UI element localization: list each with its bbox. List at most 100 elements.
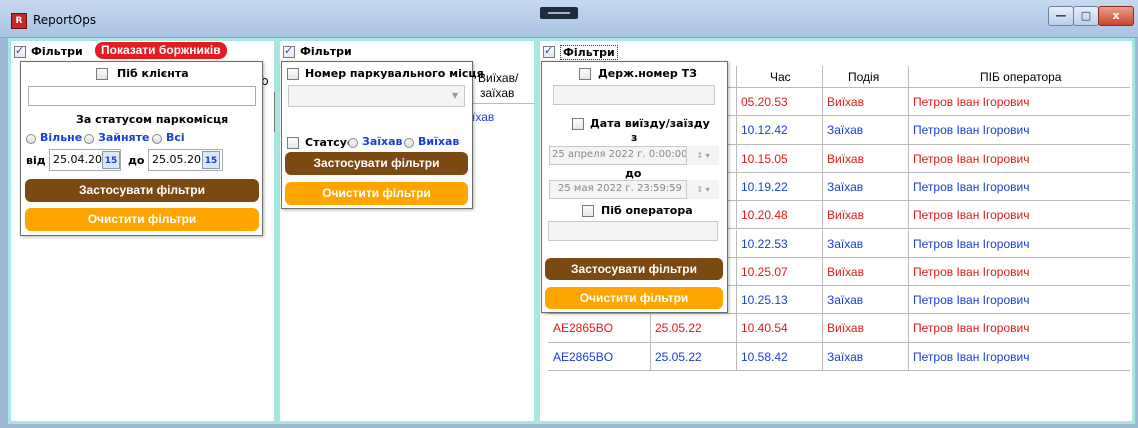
grid-divider — [908, 172, 909, 202]
grid-divider — [650, 342, 651, 371]
apply-filters-button[interactable]: Застосувати фільтри — [285, 152, 468, 175]
calendar-icon[interactable]: 15 — [102, 151, 120, 169]
clear-filters-button[interactable]: Очистити фільтри — [285, 182, 468, 205]
cell-event: Виїхав — [827, 151, 864, 166]
date-to-label: до — [625, 167, 642, 180]
grid-divider — [736, 88, 737, 117]
grid-header-label: Виїхав/ — [478, 71, 519, 85]
filters-label: Фільтри — [300, 45, 352, 58]
cell-time: 10.40.54 — [741, 321, 788, 336]
column-header-time[interactable]: Час — [770, 70, 791, 84]
plate-input[interactable] — [553, 85, 715, 105]
cell-operator: Петров Іван Ігорович — [913, 349, 1030, 364]
grid-divider — [736, 314, 737, 343]
date-label: Дата виїзду/заїзду — [590, 117, 710, 130]
filters-checkbox[interactable] — [543, 44, 555, 61]
date-checkbox[interactable] — [572, 118, 584, 133]
radio-out[interactable] — [404, 137, 414, 151]
radio-busy[interactable] — [84, 133, 94, 147]
spinner-icon[interactable]: ⇕ ▾ — [686, 146, 719, 165]
cell-event: Виїхав — [827, 95, 864, 109]
header-divider — [736, 66, 737, 88]
cell-operator: Петров Іван Ігорович — [913, 179, 1030, 194]
apply-filters-button[interactable]: Застосувати фільтри — [25, 179, 259, 202]
grid-divider — [822, 257, 823, 287]
cell-event: Заїхав — [827, 179, 864, 194]
radio-free[interactable] — [26, 133, 36, 147]
cell-operator: Петров Іван Ігорович — [913, 321, 1030, 336]
maximize-button[interactable]: □ — [1073, 6, 1099, 26]
radio-in-label: Заїхав — [362, 135, 403, 148]
cell-time: 10.19.22 — [741, 179, 788, 194]
grid-divider — [822, 286, 823, 315]
grid-divider — [908, 257, 909, 287]
grid-divider — [822, 116, 823, 145]
calendar-icon[interactable]: 15 — [202, 151, 220, 169]
grid-divider — [822, 342, 823, 371]
table-row[interactable]: AE2865BO 25.05.22 10.58.42 Заїхав Петров Іва… — [548, 342, 1130, 371]
cell-time: 10.58.42 — [741, 349, 788, 364]
grid-divider — [822, 314, 823, 343]
radio-in[interactable] — [348, 137, 358, 151]
show-debtors-button[interactable]: Показати боржників — [95, 42, 227, 59]
operator-input[interactable] — [548, 221, 718, 241]
spot-number-checkbox[interactable] — [287, 68, 299, 83]
grid-header-label: заїхав — [480, 86, 515, 100]
grid-divider — [736, 116, 737, 145]
drag-handle[interactable] — [540, 7, 578, 19]
report-app-icon: R — [11, 13, 27, 29]
clear-filters-button[interactable]: Очистити фільтри — [545, 287, 723, 309]
minimize-icon: — — [1055, 9, 1067, 22]
cell-time: 10.25.07 — [741, 264, 788, 279]
close-button[interactable]: x — [1098, 6, 1134, 26]
operator-checkbox[interactable] — [582, 205, 594, 220]
header-divider — [908, 66, 909, 88]
spinner-icon[interactable]: ⇕ ▾ — [686, 180, 719, 199]
filters-checkbox[interactable] — [14, 44, 26, 61]
cell-event: Виїхав — [827, 321, 864, 336]
grid-divider — [908, 201, 909, 230]
cell-event: Заїхав — [827, 293, 864, 308]
cell-event: Заїхав — [827, 349, 864, 364]
grid-divider — [908, 144, 909, 173]
grid-divider — [736, 172, 737, 202]
radio-all-label: Всі — [166, 131, 185, 144]
radio-free-label: Вільне — [40, 131, 83, 144]
grid-divider — [908, 88, 909, 117]
radio-busy-label: Зайняте — [98, 131, 150, 144]
spot-number-combobox[interactable] — [288, 85, 465, 107]
plate-checkbox[interactable] — [579, 68, 591, 83]
radio-all[interactable] — [152, 133, 162, 147]
to-label: до — [128, 154, 145, 167]
grid-divider — [822, 172, 823, 202]
client-name-input[interactable] — [28, 86, 256, 106]
cell-operator: Петров Іван Ігорович — [913, 293, 1030, 308]
chevron-down-icon: ▼ — [452, 91, 459, 100]
table-row[interactable]: AE2865BO 25.05.22 10.40.54 Виїхав Петров Іва… — [548, 314, 1130, 343]
grid-divider — [650, 314, 651, 343]
status-title: За статусом паркомісця — [76, 113, 229, 126]
title-bar — [0, 0, 1138, 38]
apply-filters-button[interactable]: Застосувати фільтри — [545, 258, 723, 280]
cell-plate: AE2865BO — [553, 349, 614, 364]
client-name-label: Піб клієнта — [117, 67, 189, 80]
grid-divider — [736, 201, 737, 230]
check-icon — [14, 44, 26, 58]
grid-divider — [736, 229, 737, 258]
status-checkbox[interactable] — [287, 137, 299, 152]
filters-checkbox[interactable] — [283, 44, 295, 61]
column-header-operator[interactable]: ПІБ оператора — [980, 70, 1061, 84]
header-divider — [822, 66, 823, 88]
maximize-icon: □ — [1080, 9, 1092, 22]
cell-event: Виїхав — [827, 208, 864, 223]
client-name-checkbox[interactable] — [96, 68, 108, 83]
minimize-button[interactable]: — — [1048, 6, 1074, 26]
cell-time: 10.20.48 — [741, 208, 788, 223]
clear-filters-button[interactable]: Очистити фільтри — [25, 208, 259, 231]
grid-divider — [908, 116, 909, 145]
cell-plate: AE2865BO — [553, 321, 614, 336]
column-header-event[interactable]: Подія — [848, 70, 879, 84]
check-icon — [543, 44, 555, 58]
filters-label: Фільтри — [31, 45, 83, 58]
grid-divider — [736, 286, 737, 315]
